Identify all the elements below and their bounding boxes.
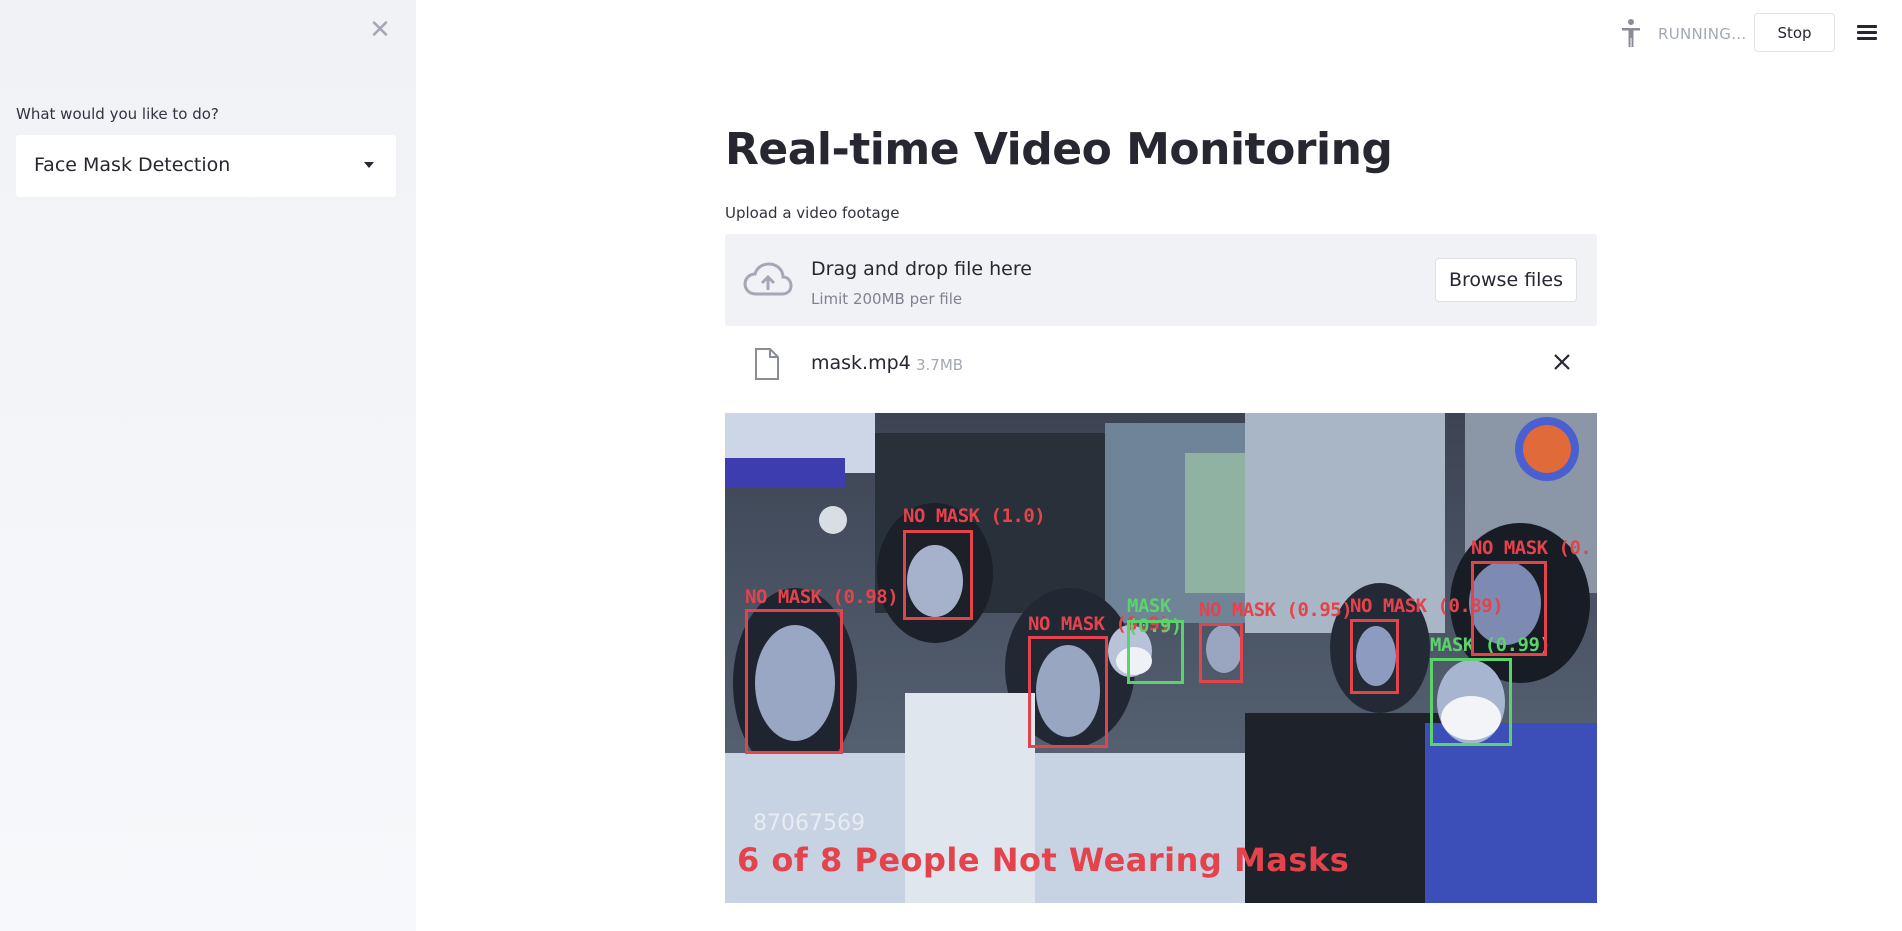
task-select-label: What would you like to do?	[16, 105, 219, 123]
running-man-icon	[1622, 19, 1640, 47]
detection-label: NO MASK (1.0)	[903, 505, 1046, 527]
file-name: mask.mp4	[811, 352, 911, 374]
uploaded-file-row: mask.mp4 3.7MB	[725, 340, 1597, 390]
cloud-upload-icon	[743, 262, 793, 296]
detection-box-no-mask	[1028, 636, 1108, 748]
video-frame-id: 87067569	[753, 811, 865, 836]
detection-label: NO MASK (0.95)	[1199, 599, 1353, 621]
video-frame: NO MASK (1.0) NO MASK (0.98) NO MASK (0.…	[725, 413, 1597, 903]
chevron-down-icon	[364, 162, 374, 168]
hamburger-menu-icon[interactable]	[1857, 22, 1879, 44]
page-title: Real-time Video Monitoring	[725, 124, 1393, 175]
mask-summary: 6 of 8 People Not Wearing Masks	[737, 841, 1350, 879]
task-select[interactable]: Face Mask Detection	[16, 135, 396, 197]
detection-box-no-mask	[903, 530, 973, 620]
stop-button[interactable]: Stop	[1754, 13, 1835, 52]
browse-files-button[interactable]: Browse files	[1435, 258, 1577, 302]
app-root: ✕ What would you like to do? Face Mask D…	[0, 0, 1902, 931]
file-dropzone[interactable]: Drag and drop file here Limit 200MB per …	[725, 234, 1597, 326]
detection-box-no-mask	[745, 609, 843, 754]
detection-box-mask	[1430, 658, 1512, 746]
close-icon[interactable]	[1550, 350, 1574, 374]
file-size: 3.7MB	[916, 356, 964, 374]
file-icon	[755, 348, 779, 380]
sidebar-close-icon[interactable]: ✕	[368, 17, 392, 43]
detection-label: MASK (0.9)	[1127, 595, 1182, 637]
dropzone-instructions: Drag and drop file here	[811, 258, 1032, 280]
uploader-label: Upload a video footage	[725, 204, 900, 222]
detection-box-no-mask	[1471, 561, 1547, 656]
task-select-value: Face Mask Detection	[34, 154, 231, 176]
detection-box-no-mask	[1199, 623, 1243, 683]
running-status: RUNNING...	[1658, 25, 1747, 43]
sidebar: ✕ What would you like to do? Face Mask D…	[0, 0, 416, 931]
dropzone-limit: Limit 200MB per file	[811, 290, 963, 308]
detection-box-no-mask	[1350, 619, 1399, 694]
detection-label: NO MASK (0.98)	[745, 586, 899, 608]
detection-label: NO MASK (0.	[1471, 537, 1592, 559]
